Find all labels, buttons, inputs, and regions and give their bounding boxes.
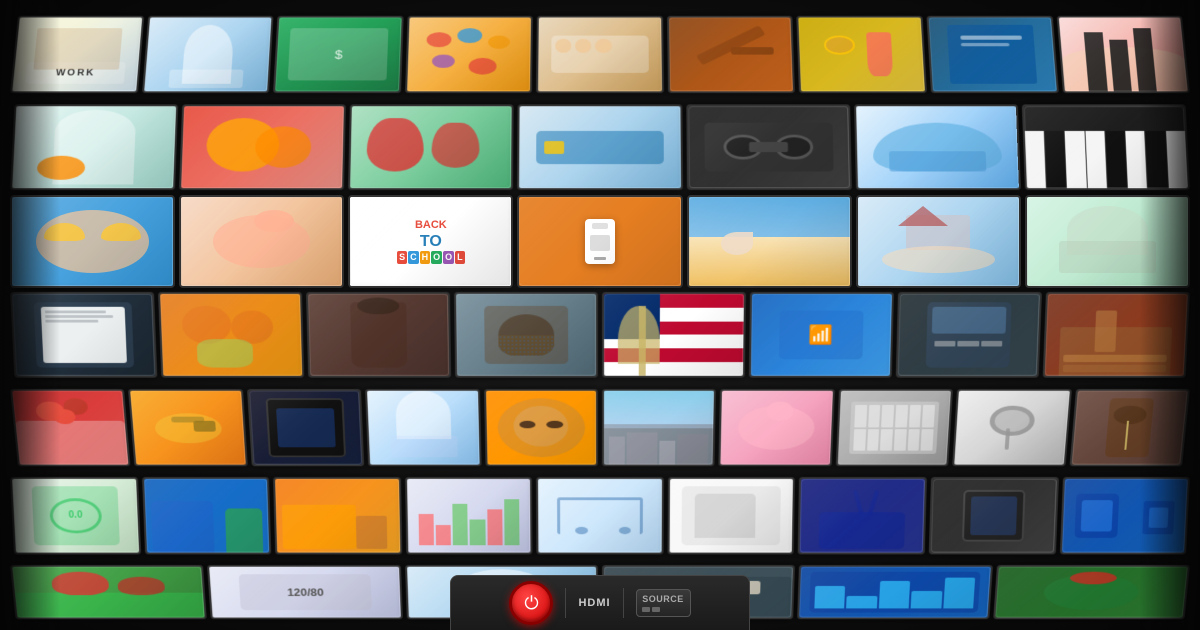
screen-r6s9: [1059, 477, 1190, 554]
screen-r6s6: [667, 477, 795, 554]
screen-r6s8: [929, 477, 1059, 554]
screen-r7s5: [797, 565, 992, 619]
screen-wall: WORK $: [10, 10, 1190, 620]
screen-r4s6: 📶: [749, 292, 894, 378]
screen-row-1: WORK $: [10, 16, 1190, 93]
screen-r5s8: [836, 389, 954, 466]
screen-orange-device: [517, 195, 682, 288]
screen-r6s0: 0.0: [10, 477, 141, 554]
screen-r4s4: [454, 292, 598, 378]
back-to-school-text: BACK TO S C H O O L: [397, 219, 465, 264]
control-bar: HDMI SOURCE: [450, 575, 750, 630]
screen-r6s2: [142, 477, 272, 554]
screen-row-3: BACK TO S C H O O L: [10, 195, 1190, 288]
source-button[interactable]: SOURCE: [636, 589, 691, 617]
screen-r2s5: [686, 105, 852, 191]
screen-r2s4: [517, 105, 682, 191]
hdmi-label: HDMI: [578, 597, 610, 609]
screen-r3s6: [856, 195, 1021, 288]
source-label: SOURCE: [642, 594, 684, 612]
power-button[interactable]: [509, 581, 553, 625]
screen-r6s4: [405, 477, 533, 554]
screen-usa-flag: [602, 292, 746, 378]
control-divider-1: [565, 588, 566, 618]
screen-r3s7: [1025, 195, 1190, 288]
control-divider-2: [623, 588, 624, 618]
screen-r5s4: [365, 389, 481, 466]
screen-r5s7: [719, 389, 835, 466]
screen-r1s8: [926, 16, 1058, 93]
screen-r4s2: [158, 292, 304, 378]
screen-r7s6: [993, 565, 1190, 619]
screen-r3s2: [179, 195, 344, 288]
screen-r2s1: [10, 105, 178, 191]
screen-r4s3: [306, 292, 451, 378]
screen-r2s2: [179, 105, 346, 191]
screen-r2s6: [854, 105, 1021, 191]
screen-r1s4: [405, 16, 533, 93]
screen-r1s7: [797, 16, 927, 93]
screen-r5s5: [484, 389, 598, 466]
screen-r6s5: [536, 477, 664, 554]
screen-row-5: [10, 389, 1190, 466]
screen-r1s1: WORK: [10, 16, 144, 93]
screen-r5s6: [602, 389, 716, 466]
screen-r5s2: [128, 389, 247, 466]
screen-r3s1: [10, 195, 175, 288]
screen-r6s3: [273, 477, 402, 554]
screen-r7s2: 120/80: [207, 565, 402, 619]
screen-r4s7: [896, 292, 1042, 378]
video-wall: WORK $: [0, 0, 1200, 630]
screen-r1s6: [667, 16, 795, 93]
screen-r6s7: [798, 477, 927, 554]
screen-r4s1: [10, 292, 157, 378]
screen-back-to-school: BACK TO S C H O O L: [348, 195, 513, 288]
screen-r5s1: [10, 389, 131, 466]
screen-r5s10: [1069, 389, 1190, 466]
screen-r2s7: [1022, 105, 1190, 191]
screen-row-2: [10, 105, 1190, 191]
screen-r1s3: $: [273, 16, 403, 93]
screen-row-4: 📶: [10, 292, 1190, 378]
screen-r4s8: [1043, 292, 1190, 378]
screen-r1s9: [1056, 16, 1190, 93]
screen-row-6: 0.0: [10, 477, 1190, 554]
screen-r5s9: [952, 389, 1071, 466]
screen-r1s2: [142, 16, 274, 93]
screen-r2s3: [348, 105, 514, 191]
screen-r1s5: [536, 16, 664, 93]
screen-r7s1: [10, 565, 207, 619]
screen-r3s5: [687, 195, 852, 288]
screen-r5s3: [247, 389, 365, 466]
